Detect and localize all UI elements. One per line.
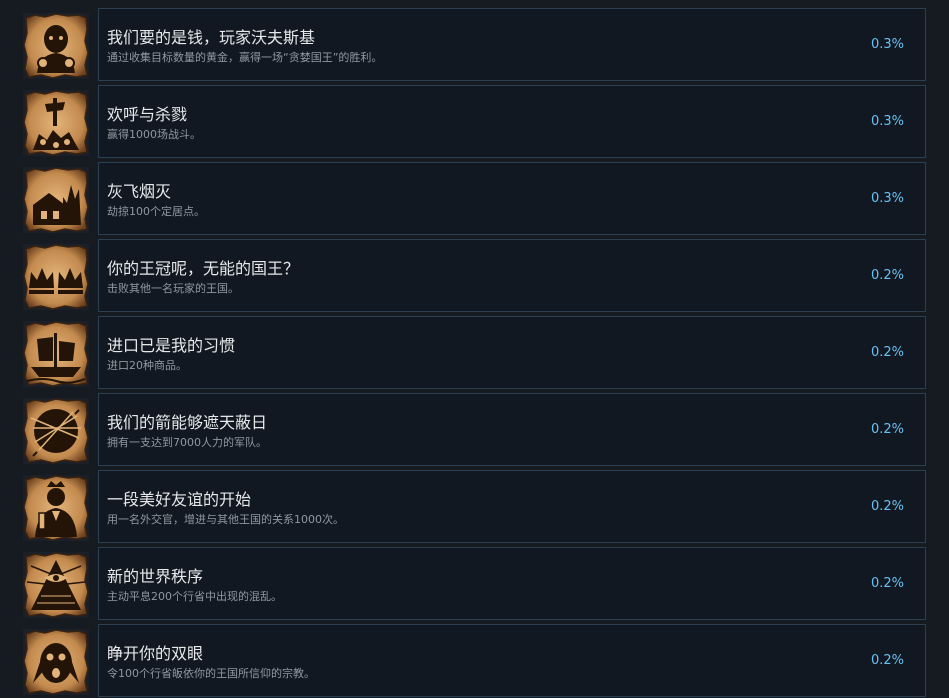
achievement-unlock-percent: 0.3% [870,37,904,52]
achievement-card: 进口已是我的习惯 进口20种商品。 0.2% [98,316,926,389]
achievement-description: 令100个行省皈依你的王国所信仰的宗教。 [107,667,315,680]
achievement-title: 灰飞烟灭 [107,182,172,201]
achievement-icon-art [23,244,89,310]
achievement-unlock-percent: 0.2% [870,268,904,283]
achievement-description: 进口20种商品。 [107,359,187,372]
achievement-row: 我们的箭能够遮天蔽日 拥有一支达到7000人力的军队。 0.2% [0,392,949,469]
achievement-card: 我们要的是钱，玩家沃夫斯基 通过收集目标数量的黄金，赢得一场“贪婪国王”的胜利。… [98,8,926,81]
skull-pile-icon [23,90,89,156]
shocked-face-icon [23,629,89,695]
achievement-description: 劫掠100个定居点。 [107,205,205,218]
achievement-row: 你的王冠呢，无能的国王？ 击败其他一名玩家的王国。 0.2% [0,238,949,315]
achievement-icon-art [23,398,89,464]
achievement-unlock-percent: 0.2% [870,345,904,360]
achievement-row: 睁开你的双眼 令100个行省皈依你的王国所信仰的宗教。 0.2% [0,623,949,698]
achievement-row: 新的世界秩序 主动平息200个行省中出现的混乱。 0.2% [0,546,949,623]
achievement-row: 一段美好友谊的开始 用一名外交官，增进与其他王国的关系1000次。 0.2% [0,469,949,546]
achievement-icon-art [23,13,89,79]
achievement-unlock-percent: 0.2% [870,576,904,591]
achievement-unlock-percent: 0.3% [870,191,904,206]
achievement-title: 你的王冠呢，无能的国王？ [107,259,300,278]
achievement-row: 我们要的是钱，玩家沃夫斯基 通过收集目标数量的黄金，赢得一场“贪婪国王”的胜利。… [0,7,949,84]
crowns-icon [23,244,89,310]
achievement-title: 新的世界秩序 [107,567,204,586]
achievement-card: 一段美好友谊的开始 用一名外交官，增进与其他王国的关系1000次。 0.2% [98,470,926,543]
achievement-description: 用一名外交官，增进与其他王国的关系1000次。 [107,513,344,526]
achievement-icon-art [23,90,89,156]
diplomat-icon [23,475,89,541]
achievement-description: 赢得1000场战斗。 [107,128,201,141]
achievement-card: 灰飞烟灭 劫掠100个定居点。 0.3% [98,162,926,235]
achievement-unlock-percent: 0.3% [870,114,904,129]
achievement-description: 通过收集目标数量的黄金，赢得一场“贪婪国王”的胜利。 [107,51,383,64]
achievement-title: 进口已是我的习惯 [107,336,236,355]
achievement-description: 击败其他一名玩家的王国。 [107,282,239,295]
pyramid-eye-icon [23,552,89,618]
burning-house-icon [23,167,89,233]
achievement-icon-art [23,552,89,618]
achievement-icon-art [23,321,89,387]
achievement-title: 我们的箭能够遮天蔽日 [107,413,268,432]
achievement-icon-art [23,167,89,233]
ship-icon [23,321,89,387]
arrows-sun-icon [23,398,89,464]
achievement-title: 睁开你的双眼 [107,644,204,663]
achievement-icon-art [23,475,89,541]
achievement-card: 睁开你的双眼 令100个行省皈依你的王国所信仰的宗教。 0.2% [98,624,926,697]
achievement-row: 灰飞烟灭 劫掠100个定居点。 0.3% [0,161,949,238]
achievement-row: 欢呼与杀戮 赢得1000场战斗。 0.3% [0,84,949,161]
achievement-unlock-percent: 0.2% [870,653,904,668]
achievement-title: 一段美好友谊的开始 [107,490,252,509]
achievement-card: 新的世界秩序 主动平息200个行省中出现的混乱。 0.2% [98,547,926,620]
achievement-row: 进口已是我的习惯 进口20种商品。 0.2% [0,315,949,392]
achievement-card: 你的王冠呢，无能的国王？ 击败其他一名玩家的王国。 0.2% [98,239,926,312]
achievement-unlock-percent: 0.2% [870,499,904,514]
money-man-icon [23,13,89,79]
achievement-unlock-percent: 0.2% [870,422,904,437]
achievement-list: 我们要的是钱，玩家沃夫斯基 通过收集目标数量的黄金，赢得一场“贪婪国王”的胜利。… [0,0,949,698]
achievement-title: 我们要的是钱，玩家沃夫斯基 [107,28,316,47]
achievement-card: 欢呼与杀戮 赢得1000场战斗。 0.3% [98,85,926,158]
achievement-icon-art [23,629,89,695]
achievement-card: 我们的箭能够遮天蔽日 拥有一支达到7000人力的军队。 0.2% [98,393,926,466]
achievement-title: 欢呼与杀戮 [107,105,188,124]
achievement-description: 主动平息200个行省中出现的混乱。 [107,590,282,603]
achievement-description: 拥有一支达到7000人力的军队。 [107,436,267,449]
